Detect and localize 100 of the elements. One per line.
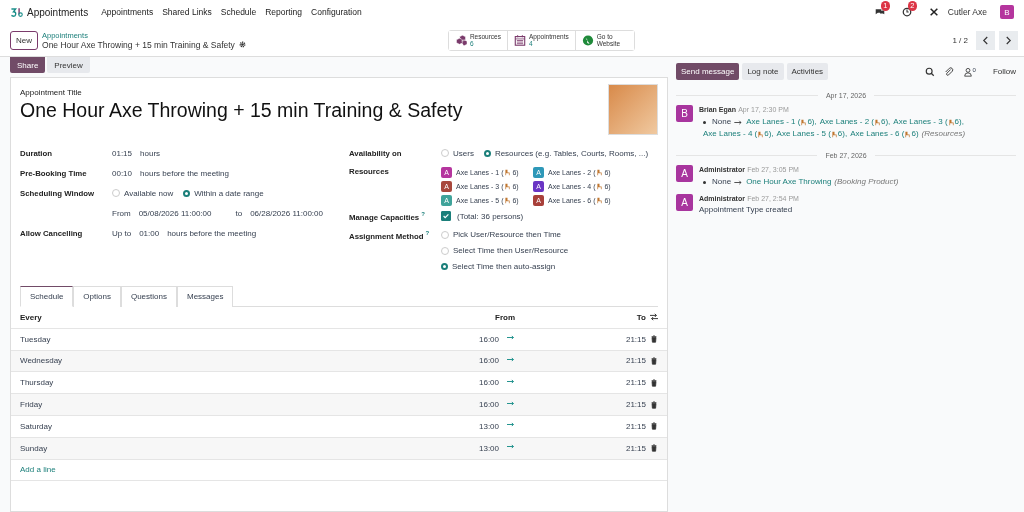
calendar-icon [513,34,526,46]
record-link[interactable]: 6), [764,128,774,140]
tab[interactable]: Schedule [20,286,74,307]
app-name[interactable]: Appointments [27,6,89,18]
tab[interactable]: Questions [120,286,177,307]
menu-item[interactable]: Configuration [311,7,362,17]
table-cell-text: Tuesday [20,334,52,344]
tools-icon[interactable] [928,7,939,17]
pager-counter[interactable]: 1 / 2 [952,35,968,45]
chatter-button[interactable]: Log note [742,63,784,80]
unit-label: hours before the meeting [140,168,229,178]
trash-icon[interactable] [650,335,658,344]
record-link[interactable]: 6), [880,116,891,128]
user-avatar[interactable]: B [1000,5,1014,19]
record-link[interactable]: Axe Lanes - 4 ( [703,128,758,140]
form-action-button[interactable]: Preview [47,57,90,73]
chair-icon [596,169,604,176]
chat-icon[interactable] [874,7,885,17]
field-prefix: Up to [112,228,132,238]
date-field[interactable]: 06/28/2026 11:00:00 [250,208,323,218]
person-icon[interactable] [962,66,973,77]
field-label: Appointment Title [20,88,83,97]
date-field[interactable]: 05/08/2026 11:00:00 [138,208,212,218]
follow-button[interactable]: Follow [992,67,1016,76]
trash-icon[interactable] [650,422,658,431]
record-link[interactable]: 6), [807,116,817,128]
clock-icon[interactable] [901,7,912,17]
trash-icon[interactable] [650,444,658,453]
table-cell-text: Sunday [20,443,49,453]
record-link[interactable]: Axe Lanes - 6 ( [850,128,905,140]
form-action-button[interactable]: Share [10,57,46,73]
trash-icon[interactable] [650,357,658,365]
table-cell: 13:00 [479,443,499,453]
radio-label: Select Time then auto-assign [452,262,556,271]
tab[interactable]: Options [73,286,121,307]
column-settings-icon[interactable] [650,313,658,322]
globe-icon [581,34,594,46]
record-link[interactable]: Axe Lanes - 2 ( [819,116,874,128]
pre-booking-field[interactable]: 00:10 [112,168,133,178]
chair-icon [504,169,512,176]
radio-button[interactable] [183,189,191,197]
table-cell-text: 21:15 [624,443,646,453]
table-cell-text: Saturday [20,421,54,431]
next-button[interactable] [999,30,1018,50]
trash-icon[interactable] [650,400,658,409]
chair-icon [757,130,765,138]
record-link[interactable]: Axe Lanes - 1 ( [746,116,801,128]
table-cell: 16:00 [479,400,499,410]
app-logo-icon[interactable] [10,6,24,18]
record-link[interactable]: 6), [837,128,848,140]
settings-icon[interactable] [238,41,246,48]
author-avatar[interactable]: B [676,105,693,122]
radio-button[interactable] [483,149,491,157]
table-cell-text: Wednesday [20,356,64,366]
menu-item[interactable]: Schedule [220,7,257,17]
cancel-time-field[interactable]: 01:00 [139,228,160,238]
chair-icon [904,130,912,138]
title-field[interactable]: One Hour Axe Throwing + 15 min Training & Safety [20,99,463,122]
boxes-icon [454,34,467,46]
old-value: None [712,176,732,188]
menu-item[interactable]: Appointments [101,7,154,17]
radio-button[interactable] [441,263,448,270]
field-label: From [112,208,131,218]
new-button[interactable]: New [10,30,38,50]
menu-item[interactable]: Shared Links [162,7,212,17]
previous-button[interactable] [976,30,995,50]
chatter-button[interactable]: Activities [786,63,829,80]
search-icon[interactable] [924,66,935,77]
table-cell-text: Thursday [20,378,55,388]
author-avatar[interactable]: A [676,194,693,211]
radio-label: Select Time then User/Resource [453,246,569,255]
menu-item[interactable]: Reporting [265,7,303,17]
author-avatar[interactable]: A [676,165,693,182]
column-header[interactable]: From [495,312,515,322]
checkbox[interactable] [441,211,451,221]
unit-label: hours [140,148,161,158]
tab[interactable]: Messages [176,286,234,307]
add-line-link[interactable]: Add a line [20,465,56,475]
radio-label: Pick User/Resource then Time [453,230,562,239]
capacity-total: (Total: 36 persons) [457,211,524,221]
field-name: (Resources) [921,128,966,140]
record-link[interactable]: One Hour Axe Throwing [746,176,832,188]
table-cell: 16:00 [479,334,499,344]
record-link[interactable]: 6) [911,128,919,140]
column-header[interactable]: Every [20,312,495,322]
record-link[interactable]: Axe Lanes - 3 ( [893,116,948,128]
radio-label: Users [453,148,474,158]
record-name: One Hour Axe Throwing + 15 min Training & Safety [42,39,235,50]
record-link[interactable]: 6), [954,116,964,128]
chatter-button[interactable]: Send message [676,63,740,80]
chair-icon [504,183,512,190]
column-header[interactable]: To [515,312,646,322]
paperclip-icon[interactable] [943,66,954,77]
duration-field[interactable]: 01:15 [112,148,133,158]
trash-icon[interactable] [650,378,658,387]
table-cell: 16:00 [479,378,499,388]
company-name[interactable]: Cutler Axe [947,7,987,17]
table-cell-text: Friday [20,400,44,410]
chevron-left-icon [982,35,989,45]
record-link[interactable]: Axe Lanes - 5 ( [776,128,831,140]
